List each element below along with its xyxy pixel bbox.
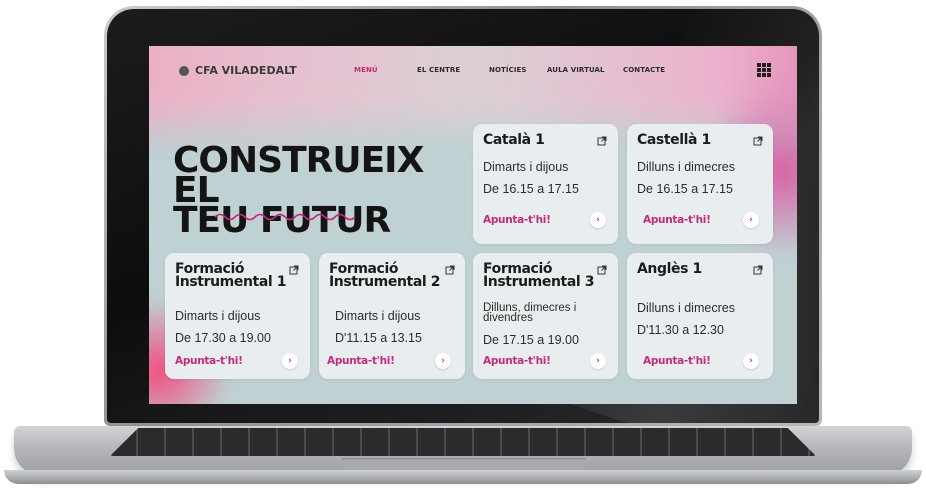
card-title: Formació Instrumental 3 <box>483 261 595 290</box>
course-card-catala-1[interactable]: Català 1 Dimarts i dijous De 16.15 a 17.… <box>473 124 618 244</box>
squiggle-underline <box>214 213 356 221</box>
card-time: De 16.15 a 17.15 <box>637 182 733 196</box>
screen: CFA VILADEDALT MENÚ EL CENTRE NOTÍCIES A… <box>149 46 797 404</box>
external-link-icon[interactable] <box>753 136 763 146</box>
course-card-formacio-instrumental-3[interactable]: Formació Instrumental 3 Dilluns, dimecre… <box>473 253 618 379</box>
nav-item-el-centre[interactable]: EL CENTRE <box>417 66 460 74</box>
hero-heading: CONSTRUEIX EL TEU FUTUR <box>173 143 473 239</box>
card-days: Dimarts i dijous <box>483 160 569 174</box>
course-card-formacio-instrumental-1[interactable]: Formació Instrumental 1 Dimarts i dijous… <box>165 253 310 379</box>
course-card-castella-1[interactable]: Castellà 1 Dilluns i dimecres De 16.15 a… <box>627 124 773 244</box>
enroll-link[interactable]: Apunta-t'hi! <box>483 214 551 226</box>
enroll-link[interactable]: Apunta-t'hi! <box>483 355 551 367</box>
card-days: Dimarts i dijous <box>335 309 421 323</box>
chevron-right-icon[interactable]: › <box>282 353 298 369</box>
enroll-link[interactable]: Apunta-t'hi! <box>643 214 711 226</box>
card-time: De 17.30 a 19.00 <box>175 331 271 345</box>
card-days: Dilluns, dimecres i divendres <box>483 302 577 324</box>
laptop-keyboard <box>110 428 816 456</box>
card-time: De 17.15 a 19.00 <box>483 333 579 347</box>
course-card-angles-1[interactable]: Anglès 1 Dilluns i dimecres D'11.30 a 12… <box>627 253 773 379</box>
card-title: Català 1 <box>483 132 545 148</box>
enroll-link[interactable]: Apunta-t'hi! <box>327 355 395 367</box>
enroll-link[interactable]: Apunta-t'hi! <box>643 355 711 367</box>
chevron-right-icon[interactable]: › <box>743 353 759 369</box>
brand-dot-icon <box>179 65 189 76</box>
course-card-formacio-instrumental-2[interactable]: Formació Instrumental 2 Dimarts i dijous… <box>319 253 465 379</box>
card-title: Formació Instrumental 1 <box>175 261 287 290</box>
nav-item-aula-virtual[interactable]: AULA VIRTUAL <box>547 66 605 74</box>
brand-name: CFA VILADEDALT <box>195 64 297 77</box>
external-link-icon[interactable] <box>597 136 607 146</box>
chevron-right-icon[interactable]: › <box>590 353 606 369</box>
card-title: Anglès 1 <box>637 261 702 277</box>
card-days: Dimarts i dijous <box>175 309 261 323</box>
chevron-right-icon[interactable]: › <box>590 212 606 228</box>
laptop-base-lip <box>4 470 922 484</box>
card-time: De 16.15 a 17.15 <box>483 182 579 196</box>
nav-item-menu[interactable]: MENÚ <box>354 66 378 74</box>
nav-item-noticies[interactable]: NOTÍCIES <box>489 66 527 74</box>
card-time: D'11.15 a 13.15 <box>335 331 422 345</box>
brand-logo[interactable]: CFA VILADEDALT <box>179 64 297 77</box>
external-link-icon[interactable] <box>445 265 455 275</box>
external-link-icon[interactable] <box>753 265 763 275</box>
card-days: Dilluns i dimecres <box>637 301 735 315</box>
chevron-right-icon[interactable]: › <box>435 353 451 369</box>
chevron-right-icon[interactable]: › <box>743 212 759 228</box>
external-link-icon[interactable] <box>597 265 607 275</box>
external-link-icon[interactable] <box>289 265 299 275</box>
card-time: D'11.30 a 12.30 <box>637 323 724 337</box>
enroll-link[interactable]: Apunta-t'hi! <box>175 355 243 367</box>
card-days: Dilluns i dimecres <box>637 160 735 174</box>
grid-apps-icon[interactable] <box>757 63 771 77</box>
card-title: Castellà 1 <box>637 132 711 148</box>
nav-item-contacte[interactable]: CONTACTE <box>623 66 665 74</box>
card-title: Formació Instrumental 2 <box>329 261 441 290</box>
navbar: CFA VILADEDALT MENÚ EL CENTRE NOTÍCIES A… <box>149 46 797 94</box>
